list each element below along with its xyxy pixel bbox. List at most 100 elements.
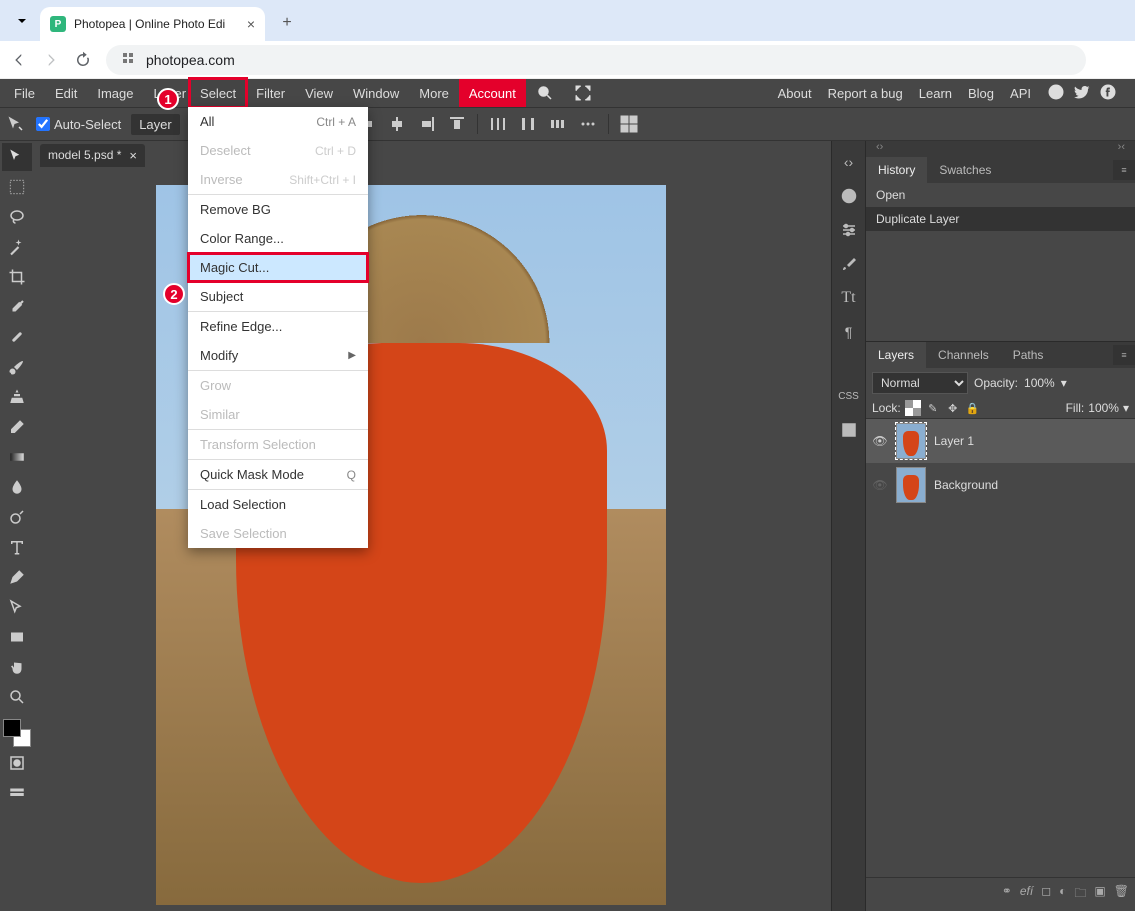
paths-tab[interactable]: Paths: [1001, 342, 1056, 368]
menu-view[interactable]: View: [295, 79, 343, 107]
close-tab-icon[interactable]: ×: [247, 16, 255, 32]
dodge-tool[interactable]: [2, 503, 32, 531]
fullscreen-icon[interactable]: [564, 79, 602, 107]
rectangle-tool[interactable]: [2, 623, 32, 651]
panel-collapse-arrows[interactable]: ‹››‹: [866, 141, 1135, 157]
move-tool[interactable]: [2, 143, 32, 171]
pen-tool[interactable]: [2, 563, 32, 591]
twitter-icon[interactable]: [1073, 83, 1091, 104]
lock-all-icon[interactable]: 🔒: [965, 400, 981, 416]
auto-select-checkbox[interactable]: Auto-Select: [36, 117, 121, 132]
delete-layer-icon[interactable]: 🗑: [1114, 884, 1129, 905]
adjustment-layer-icon[interactable]: ◐: [1059, 884, 1066, 905]
menuitem-modify[interactable]: Modify▶: [188, 341, 368, 370]
link-blog[interactable]: Blog: [968, 86, 994, 101]
gradient-tool[interactable]: [2, 443, 32, 471]
menu-filter[interactable]: Filter: [246, 79, 295, 107]
zoom-tool[interactable]: [2, 683, 32, 711]
layer-item-layer1[interactable]: 👁 Layer 1: [866, 419, 1135, 463]
link-report-bug[interactable]: Report a bug: [828, 86, 903, 101]
history-item-open[interactable]: Open: [866, 183, 1135, 207]
menu-edit[interactable]: Edit: [45, 79, 87, 107]
crop-tool[interactable]: [2, 263, 32, 291]
new-folder-icon[interactable]: 🗀: [1074, 884, 1086, 905]
menu-account[interactable]: Account: [459, 79, 526, 107]
more-distribute-icon[interactable]: [578, 114, 598, 134]
blend-mode-select[interactable]: Normal: [872, 372, 968, 394]
reddit-icon[interactable]: [1047, 83, 1065, 104]
link-api[interactable]: API: [1010, 86, 1031, 101]
link-learn[interactable]: Learn: [919, 86, 952, 101]
new-tab-button[interactable]: +: [273, 9, 301, 37]
lock-paint-icon[interactable]: ✎: [925, 400, 941, 416]
quick-mask-toggle[interactable]: [2, 749, 32, 777]
color-swatches[interactable]: [3, 719, 31, 747]
eyedropper-tool[interactable]: [2, 293, 32, 321]
document-tab[interactable]: model 5.psd * ×: [40, 144, 145, 167]
css-panel-icon[interactable]: CSS: [835, 381, 863, 411]
layers-tab[interactable]: Layers: [866, 342, 926, 368]
opacity-dropdown-icon[interactable]: ▾: [1061, 376, 1067, 390]
close-document-icon[interactable]: ×: [129, 148, 137, 163]
options-panel-icon[interactable]: [835, 215, 863, 245]
hand-tool[interactable]: [2, 653, 32, 681]
menuitem-subject[interactable]: Subject: [188, 282, 368, 311]
lasso-tool[interactable]: [2, 203, 32, 231]
menu-window[interactable]: Window: [343, 79, 409, 107]
type-tool[interactable]: [2, 533, 32, 561]
align-center-h-icon[interactable]: [387, 114, 407, 134]
path-select-tool[interactable]: [2, 593, 32, 621]
layer-type-select[interactable]: Layer: [131, 114, 180, 135]
lock-transparency-icon[interactable]: [905, 400, 921, 416]
eraser-tool[interactable]: [2, 413, 32, 441]
align-right-icon[interactable]: [417, 114, 437, 134]
history-panel-menu-icFile-icon[interactable]: ≡: [1113, 160, 1135, 180]
brush-tool[interactable]: [2, 353, 32, 381]
swatches-tab[interactable]: Swatches: [927, 157, 1003, 183]
browser-tab[interactable]: P Photopea | Online Photo Edi ×: [40, 7, 265, 41]
back-button[interactable]: [10, 51, 28, 69]
history-tab[interactable]: History: [866, 157, 927, 183]
layer-thumbnail[interactable]: [896, 467, 926, 503]
link-layers-icon[interactable]: ⚭: [1002, 884, 1012, 905]
brush-panel-icon[interactable]: [835, 249, 863, 279]
link-about[interactable]: About: [778, 86, 812, 101]
info-panel-icon[interactable]: [835, 181, 863, 211]
address-bar[interactable]: photopea.com: [106, 45, 1086, 75]
layer-mask-icon[interactable]: ◻: [1041, 884, 1051, 905]
opacity-value[interactable]: 100%: [1024, 376, 1055, 390]
layer-item-background[interactable]: 👁 Background: [866, 463, 1135, 507]
distribute-center-icon[interactable]: [518, 114, 538, 134]
menuitem-refine-edge[interactable]: Refine Edge...: [188, 312, 368, 341]
menu-file[interactable]: File: [4, 79, 45, 107]
layers-panel-menu-icon[interactable]: ≡: [1113, 345, 1135, 365]
marquee-tool[interactable]: [2, 173, 32, 201]
menubar-search-icon[interactable]: [526, 79, 564, 107]
channels-tab[interactable]: Channels: [926, 342, 1001, 368]
menu-image[interactable]: Image: [87, 79, 143, 107]
menu-select[interactable]: Select: [190, 79, 246, 107]
site-settings-icon[interactable]: [120, 50, 136, 69]
collapse-panels-icon[interactable]: ‹›: [835, 147, 863, 177]
menuitem-color-range[interactable]: Color Range...: [188, 224, 368, 253]
menuitem-all[interactable]: All Ctrl + A: [188, 107, 368, 136]
distribute-right-icon[interactable]: [548, 114, 568, 134]
menu-more[interactable]: More: [409, 79, 459, 107]
menuitem-magic-cut[interactable]: Magic Cut...: [188, 253, 368, 282]
visibility-toggle-icon[interactable]: 👁: [872, 433, 888, 449]
distribute-left-icon[interactable]: [488, 114, 508, 134]
magic-wand-tool[interactable]: [2, 233, 32, 261]
reload-button[interactable]: [74, 51, 92, 69]
layer-effects-icon[interactable]: efí: [1020, 884, 1033, 905]
lock-move-icon[interactable]: ✥: [945, 400, 961, 416]
character-panel-icon[interactable]: Tt: [835, 283, 863, 313]
forward-button[interactable]: [42, 51, 60, 69]
layer-thumbnail[interactable]: [896, 423, 926, 459]
tab-dropdown-button[interactable]: [8, 7, 36, 35]
visibility-toggle-icon[interactable]: 👁: [872, 477, 888, 493]
thumbnail-panel-icon[interactable]: [835, 415, 863, 445]
screen-mode-toggle[interactable]: [2, 779, 32, 807]
menuitem-remove-bg[interactable]: Remove BG: [188, 195, 368, 224]
new-layer-icon[interactable]: ▣: [1094, 884, 1105, 905]
fill-value[interactable]: 100%: [1088, 401, 1119, 415]
